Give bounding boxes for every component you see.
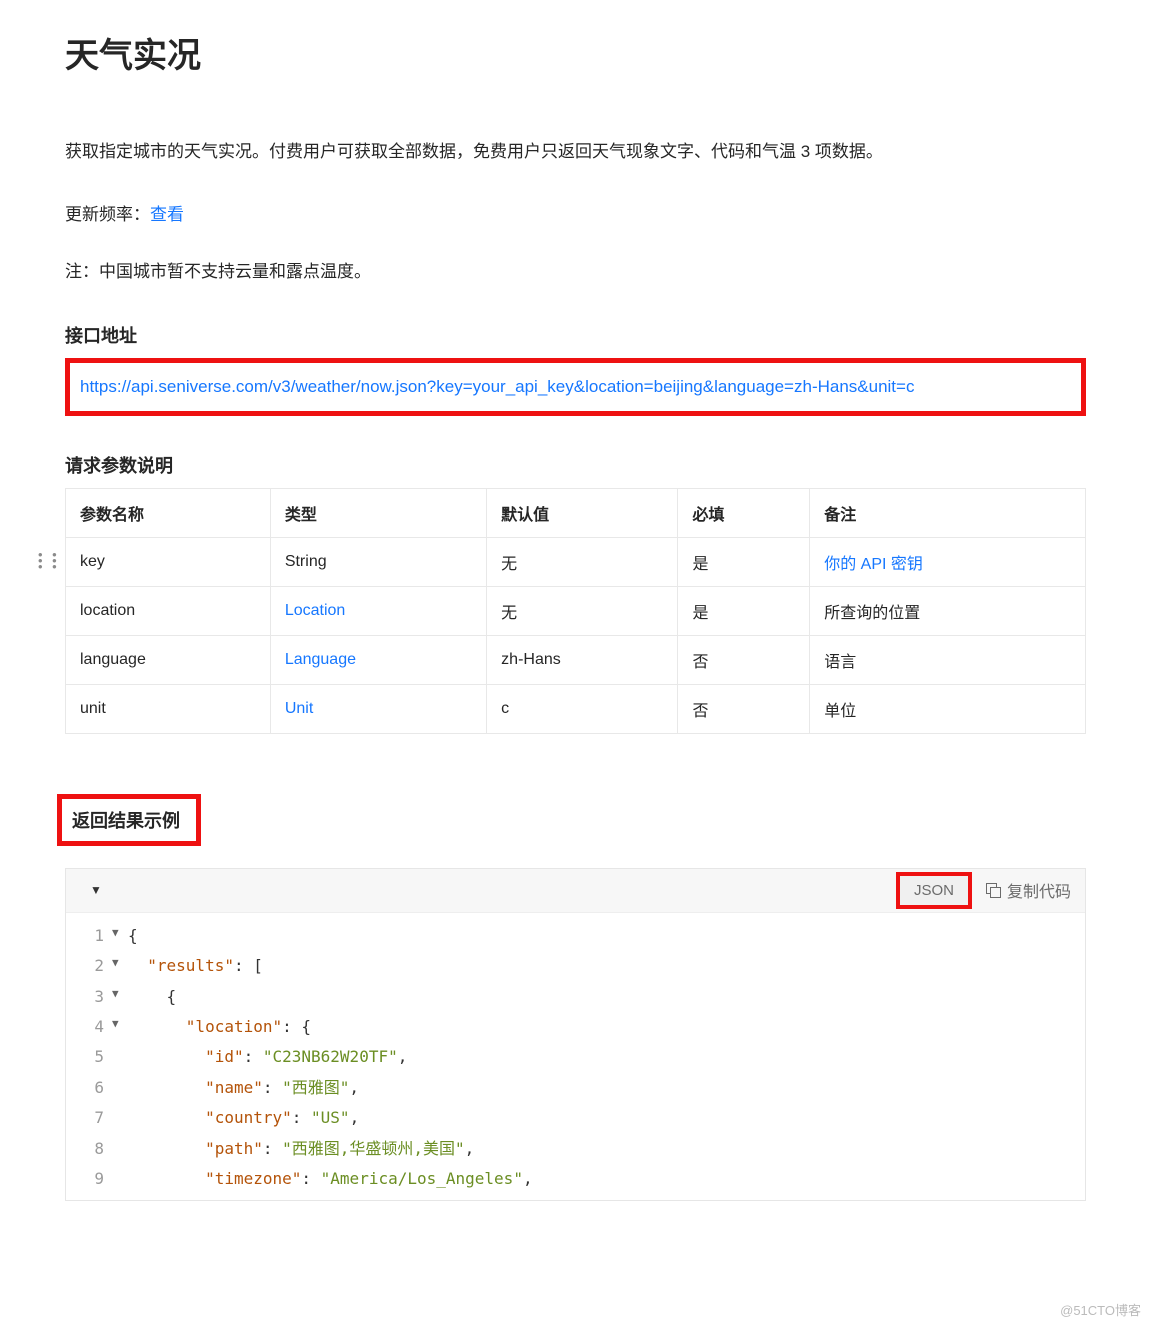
copy-code-button[interactable]: 复制代码: [986, 878, 1071, 902]
update-label: 更新频率：: [65, 205, 150, 224]
th-required: 必填: [678, 488, 810, 537]
code-language-tag[interactable]: JSON: [896, 872, 972, 909]
th-name: 参数名称: [66, 488, 271, 537]
table-row: languageLanguagezh-Hans否语言: [66, 635, 1086, 684]
code-line: 9 "timezone": "America/Los_Angeles",: [66, 1164, 1085, 1194]
section-api-address: 接口地址: [65, 322, 1086, 348]
drag-handle-icon[interactable]: • •• •• •: [38, 552, 60, 570]
code-header: ▼ JSON 复制代码: [66, 869, 1085, 913]
code-line: 1▼{: [66, 921, 1085, 951]
code-line: 3▼ {: [66, 982, 1085, 1012]
note-text: 注：中国城市暂不支持云量和露点温度。: [65, 257, 1086, 282]
table-row: keyString无是你的 API 密钥: [66, 537, 1086, 586]
table-row: locationLocation无是所查询的位置: [66, 586, 1086, 635]
code-line: 6 "name": "西雅图",: [66, 1073, 1085, 1103]
type-link[interactable]: Unit: [285, 700, 313, 717]
code-line: 4▼ "location": {: [66, 1012, 1085, 1042]
api-url-box: https://api.seniverse.com/v3/weather/now…: [65, 358, 1086, 416]
code-line: 7 "country": "US",: [66, 1103, 1085, 1133]
code-body: 1▼{2▼ "results": [3▼ {4▼ "location": {5 …: [66, 913, 1085, 1201]
th-remark: 备注: [810, 488, 1086, 537]
type-link[interactable]: Location: [285, 602, 346, 619]
watermark: @51CTO博客: [1060, 1300, 1141, 1319]
update-link[interactable]: 查看: [150, 205, 184, 224]
section-result: 返回结果示例: [57, 794, 201, 846]
page-title: 天气实况: [65, 28, 1086, 77]
update-frequency-line: 更新频率：查看: [65, 200, 1086, 225]
code-line: 8 "path": "西雅图,华盛顿州,美国",: [66, 1134, 1085, 1164]
copy-label: 复制代码: [1007, 878, 1071, 902]
code-line: 2▼ "results": [: [66, 951, 1085, 981]
section-params: 请求参数说明: [65, 452, 1086, 478]
th-type: 类型: [270, 488, 486, 537]
collapse-icon[interactable]: ▼: [90, 883, 102, 897]
code-block: ▼ JSON 复制代码 1▼{2▼ "results": [3▼ {4▼ "lo…: [65, 868, 1086, 1202]
api-url-link[interactable]: https://api.seniverse.com/v3/weather/now…: [80, 377, 914, 396]
copy-icon: [986, 883, 1001, 898]
intro-text: 获取指定城市的天气实况。付费用户可获取全部数据，免费用户只返回天气现象文字、代码…: [65, 137, 1086, 168]
remark-link[interactable]: 你的 API 密钥: [824, 556, 923, 573]
type-link[interactable]: Language: [285, 651, 356, 668]
table-header-row: 参数名称 类型 默认值 必填 备注: [66, 488, 1086, 537]
code-line: 5 "id": "C23NB62W20TF",: [66, 1042, 1085, 1072]
table-row: unitUnitc否单位: [66, 684, 1086, 733]
th-default: 默认值: [487, 488, 678, 537]
params-table: 参数名称 类型 默认值 必填 备注 keyString无是你的 API 密钥lo…: [65, 488, 1086, 734]
